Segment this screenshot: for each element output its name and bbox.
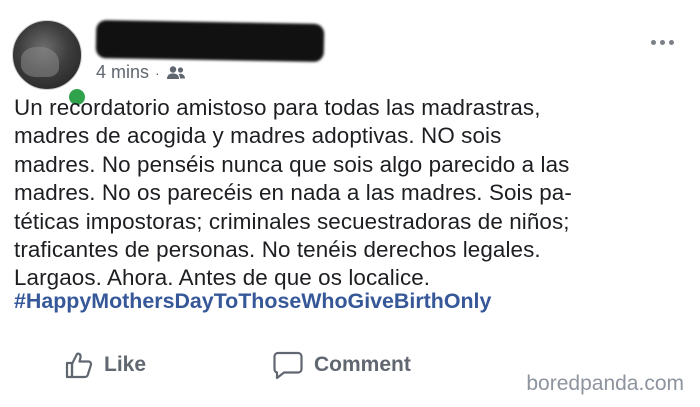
post-body-line: madres de acogida y madres adoptivas. NO…: [14, 123, 502, 149]
source-watermark: boredpanda.com: [526, 372, 684, 395]
post-body-line: téticas impostoras; criminales secuestra…: [14, 208, 570, 234]
post-body-line: Un recordatorio amistoso para todas las …: [14, 95, 541, 120]
facebook-post: 4 mins · Un recordatorio amistoso para t…: [0, 0, 700, 407]
meta-separator: ·: [155, 64, 160, 81]
post-meta: 4 mins ·: [96, 62, 186, 83]
comment-bubble-icon: [273, 351, 303, 380]
post-body: Un recordatorio amistoso para todas las …: [14, 94, 694, 293]
friends-icon[interactable]: [166, 65, 186, 81]
hashtag-link[interactable]: #HappyMothersDayToThoseWhoGiveBirthOnly: [14, 289, 491, 314]
post-timestamp[interactable]: 4 mins: [96, 62, 149, 83]
more-dot-icon: [660, 40, 665, 45]
more-options-button[interactable]: [651, 40, 674, 45]
more-dot-icon: [651, 40, 656, 45]
profile-picture[interactable]: [12, 20, 82, 90]
post-body-line: madres. No os parecéis en nada a las mad…: [14, 180, 572, 206]
post-body-line: madres. No penséis nunca que sois algo p…: [14, 151, 570, 177]
like-label: Like: [104, 353, 147, 376]
post-body-line: traficantes de personas. No tenéis derec…: [14, 237, 541, 263]
comment-label: Comment: [314, 353, 411, 376]
comment-button[interactable]: Comment: [272, 350, 411, 380]
thumbs-up-icon: [65, 352, 93, 379]
author-name-redacted[interactable]: [95, 20, 325, 62]
like-button[interactable]: Like: [64, 350, 146, 380]
more-dot-icon: [669, 40, 674, 45]
avatar[interactable]: [12, 20, 88, 108]
